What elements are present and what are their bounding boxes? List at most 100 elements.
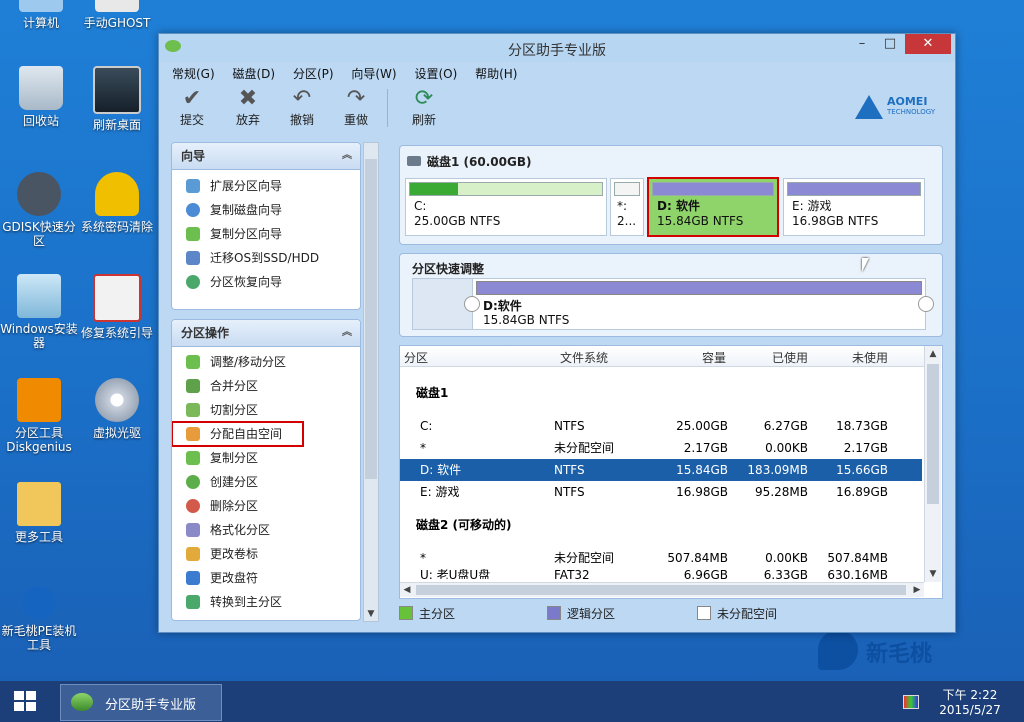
usage-bar <box>409 182 603 196</box>
table-scrollbar[interactable]: ▲ ▼ <box>924 346 941 582</box>
op-delete-partition[interactable]: 删除分区 <box>172 494 360 518</box>
clock-date[interactable]: 2015/5/27 <box>930 703 1010 717</box>
op-convert-primary[interactable]: 转换到主分区 <box>172 590 360 614</box>
minimize-button[interactable]: – <box>849 34 875 54</box>
partition-c[interactable]: C: 25.00GB NTFS <box>405 178 607 236</box>
peach-logo-icon <box>818 630 858 670</box>
resize-icon <box>186 355 200 369</box>
resize-handle-right[interactable] <box>918 296 934 312</box>
scroll-down-arrow-icon[interactable]: ▼ <box>364 607 378 621</box>
op-copy-partition[interactable]: 复制分区 <box>172 446 360 470</box>
wizard-panel: 向导 ︽ 扩展分区向导 复制磁盘向导 复制分区向导 迁移OS到SSD/HDD 分… <box>171 142 361 310</box>
desktop-icon-refresh-desktop[interactable]: 刷新桌面 <box>78 66 156 132</box>
partition-d-selected[interactable]: D: 软件 15.84GB NTFS <box>647 177 779 237</box>
quick-resize-partition[interactable]: D:软件 15.84GB NTFS <box>472 278 926 330</box>
desktop-icon-more-tools[interactable]: 更多工具 <box>0 482 78 544</box>
desktop-icon-repair-boot[interactable]: 修复系统引导 <box>78 274 156 340</box>
desktop-icon-password-clear[interactable]: 系统密码清除 <box>78 172 156 234</box>
col-capacity[interactable]: 容量 <box>702 349 726 366</box>
taskbar-app-partition-assistant[interactable]: 分区助手专业版 <box>60 684 222 721</box>
table-row[interactable]: * 未分配空间 507.84MB 0.00KB 507.84MB <box>400 547 922 569</box>
desktop-icon-gdisk[interactable]: GDISK快速分区 <box>0 172 78 248</box>
menu-settings[interactable]: 设置(O) <box>407 65 464 82</box>
desktop-icon-virtual-drive[interactable]: 虚拟光驱 <box>78 378 156 440</box>
desktop-icon-recycle-bin[interactable]: 回收站 <box>2 66 80 128</box>
scroll-down-arrow-icon[interactable]: ▼ <box>925 566 941 582</box>
col-used[interactable]: 已使用 <box>772 349 808 366</box>
commit-button[interactable]: ✔ 提交 <box>167 87 217 128</box>
usage-bar <box>652 182 774 196</box>
wizard-copy-partition[interactable]: 复制分区向导 <box>172 222 360 246</box>
maximize-button[interactable]: □ <box>877 34 903 54</box>
clock-time[interactable]: 下午 2:22 <box>930 686 1010 703</box>
op-merge[interactable]: 合并分区 <box>172 374 360 398</box>
menu-help[interactable]: 帮助(H) <box>468 65 524 82</box>
op-resize-move[interactable]: 调整/移动分区 <box>172 350 360 374</box>
redo-button[interactable]: ↷ 重做 <box>331 87 381 128</box>
peach-icon <box>22 586 56 620</box>
discard-button[interactable]: ✖ 放弃 <box>223 87 273 128</box>
scroll-thumb[interactable] <box>365 159 377 479</box>
table-header: 分区 文件系统 容量 已使用 未使用 <box>400 346 924 367</box>
toolbox-icon <box>93 274 141 322</box>
table-row[interactable]: E: 游戏 NTFS 16.98GB 95.28MB 16.89GB <box>400 481 922 503</box>
scroll-thumb[interactable] <box>927 364 939 504</box>
menu-wizard[interactable]: 向导(W) <box>344 65 403 82</box>
undo-button[interactable]: ↶ 撤销 <box>277 87 327 128</box>
convert-icon <box>186 595 200 609</box>
start-button[interactable] <box>0 681 52 722</box>
scroll-right-arrow-icon[interactable]: ▶ <box>910 583 924 597</box>
refresh-button[interactable]: ⟳ 刷新 <box>399 87 449 128</box>
wizard-extend-partition[interactable]: 扩展分区向导 <box>172 174 360 198</box>
wizard-panel-header[interactable]: 向导 ︽ <box>172 143 360 170</box>
wizard-partition-recovery[interactable]: 分区恢复向导 <box>172 270 360 294</box>
mouse-cursor-icon <box>862 258 869 272</box>
collapse-icon[interactable]: ︽ <box>342 143 352 169</box>
menu-partition[interactable]: 分区(P) <box>286 65 341 82</box>
partition-unallocated[interactable]: *: 2... <box>610 178 644 236</box>
left-panel-scrollbar[interactable]: ▼ <box>363 142 379 622</box>
redo-icon: ↷ <box>346 86 366 111</box>
op-format-partition[interactable]: 格式化分区 <box>172 518 360 542</box>
op-split[interactable]: 切割分区 <box>172 398 360 422</box>
partition-table: 分区 文件系统 容量 已使用 未使用 磁盘1 C: NTFS 25.00GB 6… <box>399 345 943 599</box>
legend-swatch <box>399 606 413 620</box>
windows-logo-icon <box>14 691 36 711</box>
collapse-icon[interactable]: ︽ <box>342 320 352 346</box>
wizard-migrate-os[interactable]: 迁移OS到SSD/HDD <box>172 246 360 270</box>
close-button[interactable]: ✕ <box>905 34 951 54</box>
op-change-drive-letter[interactable]: 更改盘符 <box>172 566 360 590</box>
op-allocate-free-space[interactable]: 分配自由空间 <box>172 421 304 447</box>
desktop-icon-xinmaotao-pe[interactable]: 新毛桃PE装机工具 <box>0 586 78 652</box>
tray-display-icon[interactable] <box>903 695 919 709</box>
scroll-thumb[interactable] <box>416 585 906 595</box>
col-filesystem[interactable]: 文件系统 <box>560 349 608 366</box>
col-partition[interactable]: 分区 <box>404 349 428 366</box>
scroll-up-arrow-icon[interactable]: ▲ <box>925 346 941 362</box>
desktop-icon-computer[interactable]: 计算机 <box>2 0 80 30</box>
legend: 主分区 逻辑分区 未分配空间 <box>399 603 941 623</box>
table-row[interactable]: C: NTFS 25.00GB 6.27GB 18.73GB <box>400 415 922 437</box>
create-icon <box>186 475 200 489</box>
col-free[interactable]: 未使用 <box>852 349 888 366</box>
menu-general[interactable]: 常规(G) <box>165 65 222 82</box>
op-change-label[interactable]: 更改卷标 <box>172 542 360 566</box>
table-h-scrollbar[interactable]: ◀ ▶ <box>400 582 924 597</box>
window-title: 分区助手专业版 <box>508 43 606 59</box>
partition-e[interactable]: E: 游戏 16.98GB NTFS <box>783 178 925 236</box>
desktop-icon-diskgenius[interactable]: 分区工具Diskgenius <box>0 378 78 454</box>
copy-disk-icon <box>186 203 200 217</box>
menu-disk[interactable]: 磁盘(D) <box>226 65 283 82</box>
aomei-logo: AOMEI TECHNOLOGY <box>855 93 945 123</box>
drive-letter-icon <box>186 571 200 585</box>
table-row-selected[interactable]: D: 软件 NTFS 15.84GB 183.09MB 15.66GB <box>400 459 922 481</box>
operations-panel-header[interactable]: 分区操作 ︽ <box>172 320 360 347</box>
wizard-copy-disk[interactable]: 复制磁盘向导 <box>172 198 360 222</box>
desktop-icon-windows-installer[interactable]: Windows安装器 <box>0 274 78 350</box>
desktop-icon-manual-ghost[interactable]: 手动GHOST <box>78 0 156 30</box>
scroll-left-arrow-icon[interactable]: ◀ <box>400 583 414 597</box>
resize-handle-left[interactable] <box>464 296 480 312</box>
table-row-partial[interactable]: U: 老U盘U盘 FAT32 6.96GB 6.33GB 630.16MB <box>400 569 922 579</box>
table-row[interactable]: * 未分配空间 2.17GB 0.00KB 2.17GB <box>400 437 922 459</box>
op-create-partition[interactable]: 创建分区 <box>172 470 360 494</box>
